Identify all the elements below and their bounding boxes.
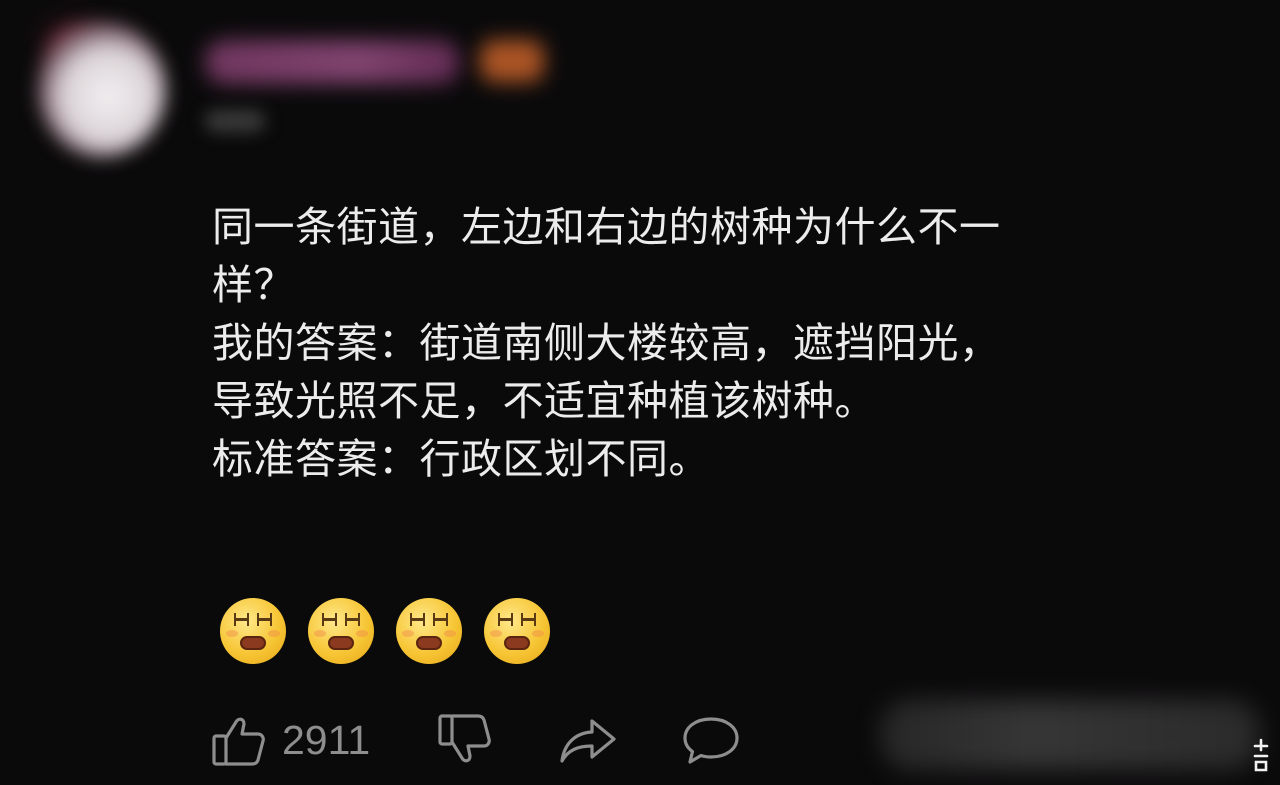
- share-icon: [558, 715, 618, 765]
- thumbs-down-icon: [436, 712, 494, 768]
- avatar[interactable]: [38, 22, 166, 157]
- comment-line: 标准答案：行政区划不同。: [212, 435, 710, 483]
- share-button[interactable]: [558, 715, 618, 765]
- grimace-emoji: [484, 598, 550, 664]
- emoji-row: [220, 598, 550, 664]
- grimace-emoji: [396, 598, 462, 664]
- grimace-emoji: [220, 598, 286, 664]
- dislike-button[interactable]: [436, 712, 494, 768]
- reply-button[interactable]: [680, 713, 742, 767]
- comment-meta-blurred: [205, 110, 265, 132]
- comment-actions: 2911: [210, 708, 742, 772]
- grimace-emoji: [308, 598, 374, 664]
- like-button[interactable]: 2911: [210, 712, 370, 768]
- thumbs-up-icon: [210, 712, 268, 768]
- comment-line: 样？: [212, 261, 295, 309]
- comment-body: 同一条街道，左边和右边的树种为什么不一 样？ 我的答案：街道南侧大楼较高，遮挡阳…: [212, 198, 1242, 488]
- level-badge-blurred: [480, 40, 544, 82]
- comment-line: 我的答案：街道南侧大楼较高，遮挡阳光，: [212, 319, 1001, 367]
- corner-mark-icon: [1252, 738, 1270, 774]
- blurred-reply-area: [880, 700, 1260, 770]
- username-blurred[interactable]: [205, 40, 460, 84]
- comment-bubble-icon: [680, 713, 742, 767]
- comment-line: 同一条街道，左边和右边的树种为什么不一: [212, 203, 1001, 251]
- comment-line: 导致光照不足，不适宜种植该树种。: [212, 377, 876, 425]
- like-count: 2911: [282, 716, 371, 763]
